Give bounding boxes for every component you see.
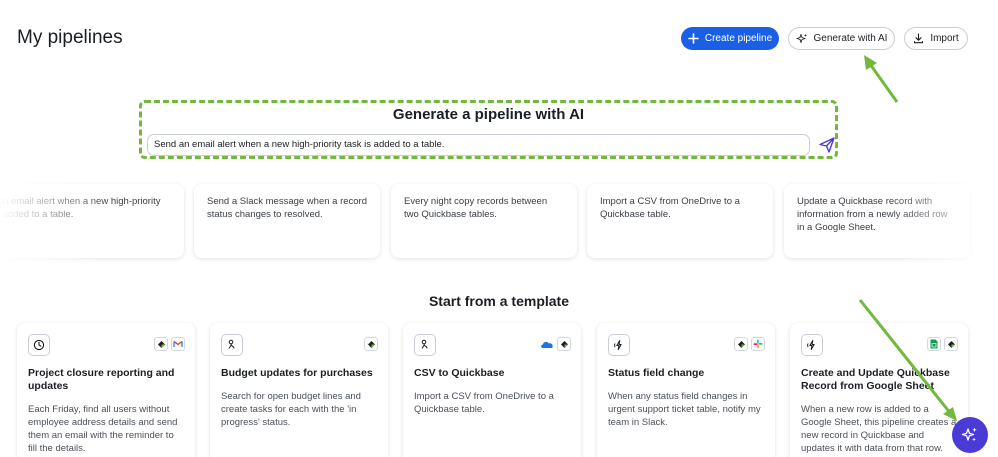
clock-icon xyxy=(28,334,50,356)
template-title: Status field change xyxy=(608,367,705,379)
ai-prompt-input[interactable]: Send an email alert when a new high-prio… xyxy=(147,134,810,156)
quickbase-icon xyxy=(944,337,958,351)
pipeline-icon xyxy=(414,334,436,356)
suggestion-text: Send a Slack message when a record statu… xyxy=(207,196,368,220)
template-card[interactable]: Status field change When any status fiel… xyxy=(597,323,775,457)
sparkle-icon xyxy=(796,33,807,43)
create-pipeline-label: Create pipeline xyxy=(704,33,773,44)
import-label: Import xyxy=(930,33,959,44)
ai-generator-panel: Generate a pipeline with AI Send an emai… xyxy=(139,100,838,159)
quickbase-icon xyxy=(557,337,571,351)
template-description: Import a CSV from OneDrive to a Quickbas… xyxy=(414,391,554,415)
template-title: Create and Update Quickbase Record from … xyxy=(801,367,950,392)
suggestion-text: Update a Quickbase record with informati… xyxy=(797,196,948,233)
suggestion-card[interactable]: Every night copy records between two Qui… xyxy=(391,184,577,258)
suggestion-text: Every night copy records between two Qui… xyxy=(404,196,548,220)
suggestion-card[interactable]: Send an email alert when a new high-prio… xyxy=(0,184,184,258)
generate-with-ai-button[interactable]: Generate with AI xyxy=(788,27,895,50)
page-title: My pipelines xyxy=(17,27,123,48)
template-description: When any status field changes in urgent … xyxy=(608,391,761,428)
slack-icon xyxy=(751,337,765,351)
send-icon[interactable] xyxy=(818,136,836,154)
arrow-to-generate-button xyxy=(864,55,899,103)
generate-with-ai-label: Generate with AI xyxy=(813,33,888,44)
create-pipeline-button[interactable]: Create pipeline xyxy=(681,27,779,50)
templates-heading: Start from a template xyxy=(428,293,570,309)
gmail-icon xyxy=(171,337,185,351)
download-icon xyxy=(914,33,924,44)
sparkle-icon xyxy=(961,427,977,442)
onedrive-icon xyxy=(540,337,554,351)
suggestion-text: Import a CSV from OneDrive to a Quickbas… xyxy=(600,196,740,220)
template-description: Search for open budget lines and create … xyxy=(221,391,361,428)
suggestion-card[interactable]: Import a CSV from OneDrive to a Quickbas… xyxy=(587,184,773,258)
pipeline-icon xyxy=(221,334,243,356)
bolt-icon xyxy=(608,334,630,356)
suggestion-card[interactable]: Send a Slack message when a record statu… xyxy=(194,184,380,258)
suggestion-carousel: Send an email alert when a new high-prio… xyxy=(0,180,998,264)
import-button[interactable]: Import xyxy=(904,27,968,50)
ai-generator-title: Generate a pipeline with AI xyxy=(392,106,585,123)
suggestion-text: Send an email alert when a new high-prio… xyxy=(0,196,161,220)
plus-icon xyxy=(688,33,699,44)
template-card[interactable]: Project closure reporting and updates Ea… xyxy=(17,323,195,457)
ai-assistant-button[interactable] xyxy=(952,417,988,453)
template-card[interactable]: CSV to Quickbase Import a CSV from OneDr… xyxy=(403,323,581,457)
quickbase-icon xyxy=(364,337,378,351)
quickbase-icon xyxy=(154,337,168,351)
suggestion-card[interactable]: Update a Quickbase record with informati… xyxy=(784,184,970,258)
template-card[interactable]: Budget updates for purchases Search for … xyxy=(210,323,388,457)
quickbase-icon xyxy=(734,337,748,351)
bolt-icon xyxy=(801,334,823,356)
template-title: Budget updates for purchases xyxy=(221,367,373,379)
template-card[interactable]: Create and Update Quickbase Record from … xyxy=(790,323,968,457)
template-description: When a new row is added to a Google Shee… xyxy=(801,404,957,454)
template-title: Project closure reporting and updates xyxy=(28,367,175,392)
google-sheets-icon xyxy=(927,337,941,351)
template-title: CSV to Quickbase xyxy=(414,367,505,379)
template-description: Each Friday, find all users without empl… xyxy=(28,404,178,454)
